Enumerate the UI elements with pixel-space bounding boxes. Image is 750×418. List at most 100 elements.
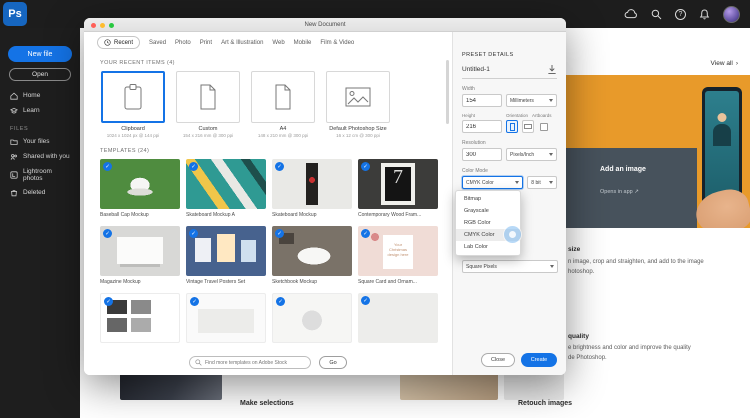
new-file-button[interactable]: New file <box>8 46 72 62</box>
cloud-sync-icon[interactable] <box>624 9 638 19</box>
resolution-input[interactable] <box>462 148 502 161</box>
document-name-field[interactable]: Untitled-1 <box>462 66 490 73</box>
zoom-window-button[interactable] <box>109 23 114 28</box>
external-link-icon: ↗ <box>634 189 639 195</box>
template-card-wood-frame[interactable]: ✓7 Contemporary Wood Fram... <box>358 159 438 218</box>
sidebar-item-shared[interactable]: Shared with you <box>0 149 80 164</box>
template-thumbnail: ✓ <box>186 293 266 343</box>
check-badge-icon: ✓ <box>275 229 284 238</box>
tutorial-heading-fragment: size <box>568 246 580 253</box>
user-avatar[interactable] <box>723 6 740 23</box>
height-input[interactable] <box>462 120 502 133</box>
template-card-travel-posters[interactable]: ✓ Vintage Travel Posters Set <box>186 226 266 285</box>
recent-items-header: YOUR RECENT ITEMS (4) <box>100 60 452 66</box>
recent-items-row: Clipboard 1024 x 1024 px @ 144 ppi Custo… <box>100 71 452 139</box>
bell-icon[interactable] <box>699 9 710 20</box>
minimize-window-button[interactable] <box>100 23 105 28</box>
template-card-skateboard[interactable]: ✓ Skateboard Mockup <box>272 159 352 218</box>
search-icon[interactable] <box>651 9 662 20</box>
image-icon <box>345 87 371 107</box>
template-thumbnail: ✓ <box>272 226 352 276</box>
clipboard-icon <box>122 83 144 111</box>
chevron-down-icon <box>549 99 553 102</box>
sidebar-item-home[interactable]: Home <box>0 88 80 103</box>
tab-mobile[interactable]: Mobile <box>294 40 312 46</box>
home-icon <box>10 92 18 100</box>
tab-film-video[interactable]: Film & Video <box>320 40 354 46</box>
color-mode-menu: Bitmap Grayscale RGB Color CMYK Color La… <box>455 190 521 256</box>
tutorial-item-title[interactable]: Retouch images <box>518 400 572 407</box>
template-search-field[interactable] <box>189 356 311 369</box>
color-mode-dropdown[interactable]: CMYK Color <box>462 176 523 189</box>
close-window-button[interactable] <box>91 23 96 28</box>
search-input[interactable] <box>205 360 305 366</box>
go-button[interactable]: Go <box>319 356 347 369</box>
tutorial-body-fragment: n image, crop and straighten, and add to… <box>568 259 704 265</box>
templates-grid: ✓ Baseball Cap Mockup ✓ Skateboard Mocku… <box>100 159 452 346</box>
recent-item-default-size[interactable]: Default Photoshop Size 16 x 12 cm @ 300 … <box>325 71 391 139</box>
lightroom-icon <box>10 171 18 179</box>
templates-header: TEMPLATES (24) <box>100 148 452 154</box>
template-thumbnail: ✓ <box>272 159 352 209</box>
sidebar-item-learn[interactable]: Learn <box>0 103 80 118</box>
hero-card-subtitle: Opens in app ↗ <box>600 189 639 195</box>
tutorial-body-fragment: e brightness and color and improve the q… <box>568 345 691 351</box>
check-badge-icon: ✓ <box>276 297 285 306</box>
template-card-square-card[interactable]: ✓Your Christmas design here Square Card … <box>358 226 438 285</box>
chevron-down-icon <box>515 181 519 184</box>
template-card-baseball-cap[interactable]: ✓ Baseball Cap Mockup <box>100 159 180 218</box>
recent-item-custom[interactable]: Custom 154 x 216 mm @ 300 ppi <box>175 71 241 139</box>
recent-item-a4[interactable]: A4 148 x 210 mm @ 300 ppi <box>250 71 316 139</box>
sidebar-item-your-files[interactable]: Your files <box>0 134 80 149</box>
scrollbar[interactable] <box>446 60 449 124</box>
dialog-title: New Document <box>304 22 345 28</box>
menu-option-bitmap[interactable]: Bitmap <box>456 193 520 205</box>
tutorial-item-title[interactable]: Make selections <box>240 400 294 407</box>
template-search-row: Go <box>84 356 452 369</box>
width-input[interactable] <box>462 94 502 107</box>
close-button[interactable]: Close <box>481 353 515 367</box>
save-preset-icon[interactable] <box>547 64 557 75</box>
document-icon <box>198 84 218 110</box>
view-all-link[interactable]: View all› <box>711 60 738 67</box>
template-card-sketchbook[interactable]: ✓ Sketchbook Mockup <box>272 226 352 285</box>
tab-saved[interactable]: Saved <box>149 40 166 46</box>
tab-web[interactable]: Web <box>272 40 284 46</box>
template-thumbnail: ✓ <box>358 293 438 343</box>
template-thumbnail: ✓ <box>272 293 352 343</box>
resolution-units-dropdown[interactable]: Pixels/Inch <box>506 148 557 161</box>
clock-icon <box>104 39 111 46</box>
tab-recent[interactable]: Recent <box>97 36 140 49</box>
search-icon <box>195 359 202 366</box>
orientation-landscape-button[interactable] <box>522 120 534 133</box>
template-card[interactable]: ✓ <box>100 293 180 346</box>
template-card[interactable]: ✓ <box>358 293 438 346</box>
sidebar-item-deleted[interactable]: Deleted <box>0 185 80 200</box>
help-icon[interactable]: ? <box>675 9 686 20</box>
units-dropdown[interactable]: Millimeters <box>506 94 557 107</box>
artboards-checkbox[interactable] <box>540 123 548 131</box>
sidebar-item-lightroom[interactable]: Lightroom photos <box>0 164 80 185</box>
check-badge-icon: ✓ <box>190 297 199 306</box>
template-thumbnail: ✓Your Christmas design here <box>358 226 438 276</box>
tab-photo[interactable]: Photo <box>175 40 191 46</box>
template-card-magazine[interactable]: ✓ Magazine Mockup <box>100 226 180 285</box>
template-thumbnail: ✓ <box>186 226 266 276</box>
template-card[interactable]: ✓ <box>186 293 266 346</box>
bit-depth-dropdown[interactable]: 8 bit <box>527 176 557 189</box>
preset-details-panel: PRESET DETAILS Untitled-1 Width Millimet… <box>452 32 566 375</box>
recent-item-clipboard[interactable]: Clipboard 1024 x 1024 px @ 144 ppi <box>100 71 166 139</box>
width-label: Width <box>462 86 557 92</box>
template-card[interactable]: ✓ <box>272 293 352 346</box>
menu-option-grayscale[interactable]: Grayscale <box>456 205 520 217</box>
tab-art-illustration[interactable]: Art & Illustration <box>221 40 263 46</box>
people-icon <box>10 153 18 161</box>
orientation-portrait-button[interactable] <box>506 120 518 133</box>
template-thumbnail: ✓ <box>100 226 180 276</box>
open-button[interactable]: Open <box>9 68 71 81</box>
pixel-aspect-dropdown[interactable]: Square Pixels <box>462 260 558 273</box>
create-button[interactable]: Create <box>521 353 557 367</box>
template-card-skateboard-a[interactable]: ✓ Skateboard Mockup A <box>186 159 266 218</box>
dialog-tabs: Recent Saved Photo Print Art & Illustrat… <box>84 33 452 52</box>
tab-print[interactable]: Print <box>200 40 212 46</box>
